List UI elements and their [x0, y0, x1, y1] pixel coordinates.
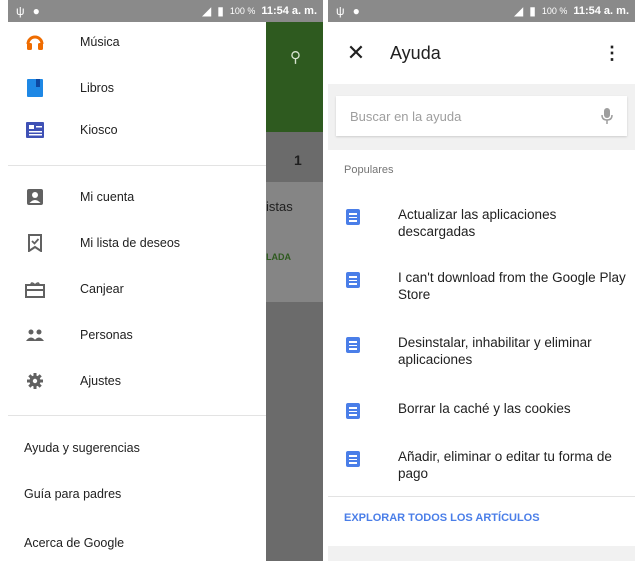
help-app-bar: ✕ Ayuda ⋮ — [328, 22, 635, 84]
article-label: Actualizar las aplicaciones descargadas — [398, 207, 557, 239]
drawer-item-label: Música — [80, 35, 120, 49]
drawer-item-musica[interactable]: Música — [8, 20, 266, 64]
book-icon — [24, 77, 46, 99]
drawer-item-label: Mi lista de deseos — [80, 236, 181, 250]
document-icon — [346, 403, 360, 419]
battery-percent: 100 % — [229, 6, 256, 16]
drawer-item-libros[interactable]: Libros — [8, 66, 266, 110]
navigation-drawer: Música Libros Kiosco Mi cuenta Mi lista … — [8, 22, 266, 561]
article-item[interactable]: Desinstalar, inhabilitar y eliminar apli… — [328, 334, 635, 368]
drawer-item-label: Mi cuenta — [80, 190, 135, 204]
drawer-item-personas[interactable]: Personas — [8, 313, 266, 357]
divider — [8, 415, 266, 416]
signal-icon: ◢ — [513, 4, 524, 18]
account-icon — [24, 186, 46, 208]
drawer-item-label: Kiosco — [80, 123, 118, 137]
drawer-item-label: Libros — [80, 81, 115, 95]
divider — [328, 496, 635, 497]
drawer-link-acerca-google[interactable]: Acerca de Google — [24, 536, 124, 550]
drawer-link-guia-padres[interactable]: Guía para padres — [24, 487, 121, 501]
page-title: Ayuda — [390, 42, 441, 63]
battery-percent: 100 % — [541, 6, 568, 16]
drawer-item-kiosco[interactable]: Kiosco — [8, 108, 266, 152]
article-item[interactable]: I can't download from the Google Play St… — [328, 269, 635, 303]
divider — [8, 165, 266, 166]
article-label: I can't download from the Google Play St… — [398, 270, 626, 302]
headphones-icon — [24, 31, 46, 53]
popular-articles-card: Populares Actualizar las aplicaciones de… — [328, 150, 635, 546]
document-icon — [346, 272, 360, 288]
drawer-item-lista-deseos[interactable]: Mi lista de deseos — [8, 221, 266, 265]
signal-icon: ◢ — [201, 4, 212, 18]
article-item[interactable]: Borrar la caché y las cookies — [328, 400, 635, 419]
article-label: Añadir, eliminar o editar tu forma de pa… — [398, 449, 612, 481]
usb-icon: ψ — [16, 4, 25, 18]
android-icon: ● — [352, 4, 360, 18]
status-bar: ψ ● ◢ ▮ 100 % 11:54 a. m. — [328, 0, 635, 22]
article-label: Desinstalar, inhabilitar y eliminar apli… — [398, 335, 592, 367]
right-screen: ψ ● ◢ ▮ 100 % 11:54 a. m. ✕ Ayuda ⋮ Popu… — [328, 0, 635, 561]
background-toolbar: ⚲ — [266, 22, 323, 132]
document-icon — [346, 337, 360, 353]
clock: 11:54 a. m. — [573, 5, 629, 17]
more-options-icon[interactable]: ⋮ — [603, 43, 621, 64]
android-icon: ● — [32, 4, 40, 18]
article-item[interactable]: Actualizar las aplicaciones descargadas — [328, 206, 635, 240]
wishlist-icon — [24, 232, 46, 254]
background-text: istas — [266, 199, 293, 214]
microphone-icon[interactable] — [599, 105, 615, 127]
document-icon — [346, 451, 360, 467]
drawer-item-label: Canjear — [80, 282, 124, 296]
background-app: ⚲ 1 istas LADA — [266, 22, 323, 561]
drawer-item-ajustes[interactable]: Ajustes — [8, 359, 266, 403]
drawer-item-label: Personas — [80, 328, 133, 342]
status-bar: ψ ● ◢ ▮ 100 % 11:54 a. m. — [8, 0, 323, 22]
search-icon: ⚲ — [290, 49, 301, 66]
close-icon[interactable]: ✕ — [344, 40, 368, 65]
article-item[interactable]: Añadir, eliminar o editar tu forma de pa… — [328, 448, 635, 482]
people-icon — [24, 324, 46, 346]
drawer-item-label: Ajustes — [80, 374, 121, 388]
section-title: Populares — [344, 164, 394, 176]
document-icon — [346, 209, 360, 225]
screenshot-root: ψ ● ◢ ▮ 100 % 11:54 a. m. ⚲ 1 istas LADA — [0, 0, 635, 561]
left-screen: ψ ● ◢ ▮ 100 % 11:54 a. m. ⚲ 1 istas LADA — [8, 0, 323, 561]
drawer-link-ayuda[interactable]: Ayuda y sugerencias — [24, 441, 140, 455]
article-label: Borrar la caché y las cookies — [398, 401, 571, 416]
drawer-item-canjear[interactable]: Canjear — [8, 267, 266, 311]
redeem-icon — [24, 278, 46, 300]
battery-icon: ▮ — [217, 4, 224, 18]
background-count: 1 — [294, 152, 302, 168]
background-installed-text: LADA — [266, 252, 291, 262]
newsstand-icon — [24, 119, 46, 141]
help-search-box — [336, 96, 627, 136]
search-input[interactable] — [350, 108, 599, 124]
drawer-item-mi-cuenta[interactable]: Mi cuenta — [8, 175, 266, 219]
clock: 11:54 a. m. — [261, 5, 317, 17]
explore-all-articles-link[interactable]: EXPLORAR TODOS LOS ARTÍCULOS — [344, 512, 540, 524]
battery-icon: ▮ — [529, 4, 536, 18]
usb-icon: ψ — [336, 4, 345, 18]
settings-icon — [24, 370, 46, 392]
